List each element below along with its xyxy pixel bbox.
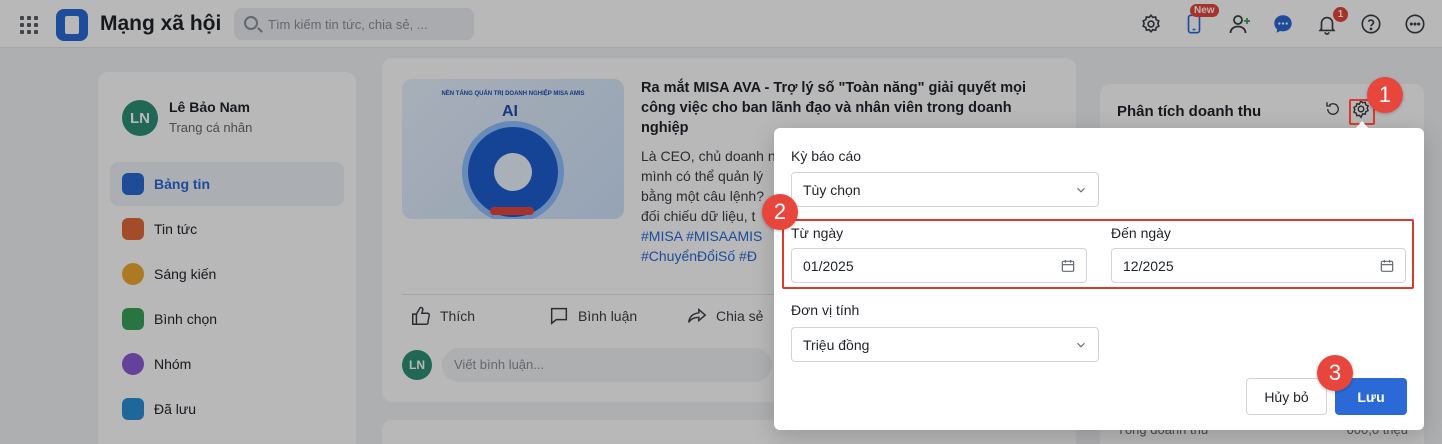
period-label: Kỳ báo cáo: [791, 148, 862, 164]
period-value: Tùy chọn: [803, 182, 861, 198]
period-select[interactable]: Tùy chọn: [791, 172, 1099, 207]
unit-label: Đơn vị tính: [791, 302, 860, 318]
step-marker-1: 1: [1367, 77, 1403, 113]
unit-value: Triệu đồng: [803, 337, 870, 353]
chevron-down-icon: [1077, 342, 1085, 348]
step-marker-2: 2: [762, 194, 798, 230]
date-range-highlight-box: [782, 219, 1414, 289]
unit-select[interactable]: Triệu đồng: [791, 327, 1099, 362]
step-marker-3: 3: [1317, 355, 1353, 391]
chevron-down-icon: [1077, 187, 1085, 193]
cancel-button[interactable]: Hủy bỏ: [1246, 378, 1327, 415]
